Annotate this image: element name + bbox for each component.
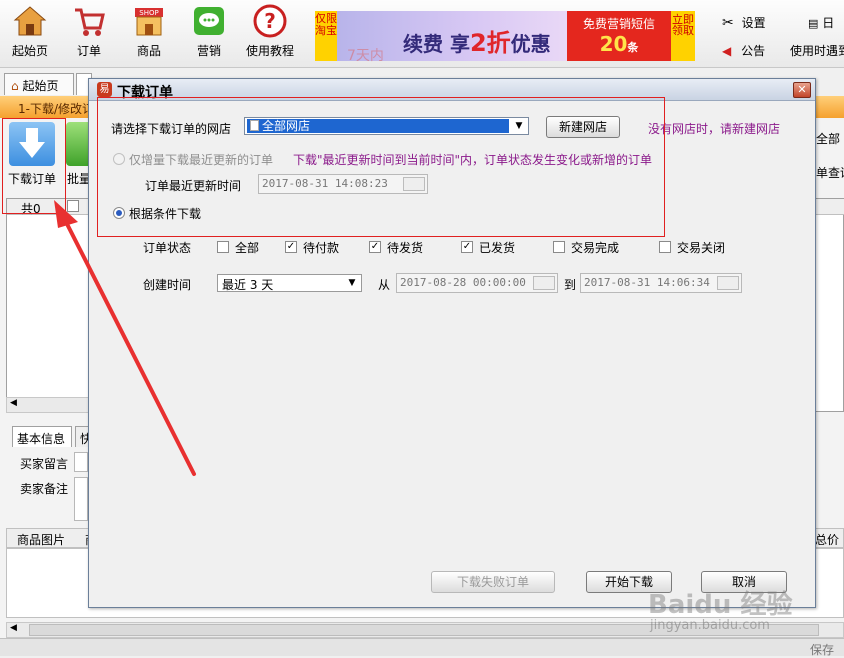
watermark-brand: Baidu 经验: [648, 590, 793, 620]
annotation-arrow: [54, 200, 196, 476]
watermark-url: jingyan.baidu.com: [650, 618, 770, 633]
